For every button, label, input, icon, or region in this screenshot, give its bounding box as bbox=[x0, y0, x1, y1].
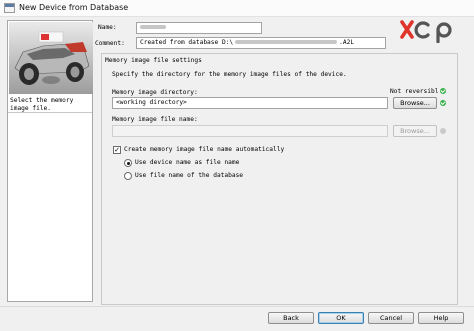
redacted-path bbox=[235, 40, 338, 44]
directory-label: Memory image directory: bbox=[112, 89, 198, 96]
redacted-name bbox=[140, 25, 166, 29]
browse-file-label: Browse... bbox=[400, 127, 430, 135]
not-reversible-status-icon bbox=[440, 88, 446, 94]
xcp-logo bbox=[400, 20, 452, 43]
help-button[interactable]: Help bbox=[418, 312, 464, 324]
back-button[interactable]: Back bbox=[268, 312, 314, 324]
comment-label: Comment: bbox=[95, 40, 125, 47]
car-illustration bbox=[9, 22, 93, 94]
instruction-text: Specify the directory for the memory ima… bbox=[112, 71, 347, 78]
browse-directory-label: Browse... bbox=[400, 99, 430, 107]
memory-image-file-name-input[interactable] bbox=[112, 125, 388, 137]
back-label: Back bbox=[283, 314, 299, 322]
group-title: Memory image file settings bbox=[105, 57, 202, 64]
footer-divider bbox=[0, 306, 474, 307]
file-name-label: Memory image file name: bbox=[112, 116, 198, 123]
car-picture bbox=[9, 22, 93, 94]
comment-suffix: .A2L bbox=[339, 39, 355, 46]
side-panel-divider bbox=[8, 112, 92, 113]
browse-file-button[interactable]: Browse... bbox=[393, 125, 437, 137]
ok-button[interactable]: OK bbox=[318, 312, 364, 324]
name-label: Name: bbox=[98, 24, 117, 31]
name-input[interactable] bbox=[136, 22, 262, 34]
title-bar: New Device from Database bbox=[0, 0, 474, 17]
use-database-name-radio[interactable] bbox=[124, 172, 132, 180]
directory-status-icon bbox=[440, 100, 446, 106]
checkmark-icon: ✓ bbox=[114, 146, 120, 154]
ok-label: OK bbox=[336, 314, 346, 322]
cancel-label: Cancel bbox=[379, 314, 403, 322]
use-device-name-label: Use device name as file name bbox=[135, 159, 240, 166]
use-database-name-label: Use file name of the database bbox=[135, 172, 244, 179]
step-description: Select the memory image file. bbox=[10, 97, 74, 112]
auto-create-label: Create memory image file name automatica… bbox=[124, 146, 285, 153]
browse-directory-button[interactable]: Browse... bbox=[393, 97, 437, 109]
not-reversible-label: Not reversibl bbox=[390, 88, 439, 95]
help-label: Help bbox=[433, 314, 449, 322]
cancel-button[interactable]: Cancel bbox=[368, 312, 414, 324]
wizard-side-panel: Select the memory image file. bbox=[7, 20, 93, 302]
directory-value: <working directory> bbox=[116, 99, 187, 106]
memory-image-directory-input[interactable]: <working directory> bbox=[112, 97, 388, 109]
comment-input[interactable]: Created from database D:\ .A2L bbox=[136, 37, 386, 49]
comment-prefix: Created from database D:\ bbox=[140, 39, 234, 46]
use-device-name-radio[interactable] bbox=[124, 159, 132, 167]
window-title: New Device from Database bbox=[19, 3, 129, 12]
auto-create-checkbox[interactable]: ✓ bbox=[113, 146, 121, 154]
file-name-status-icon bbox=[440, 128, 446, 134]
app-window-icon bbox=[4, 3, 15, 13]
